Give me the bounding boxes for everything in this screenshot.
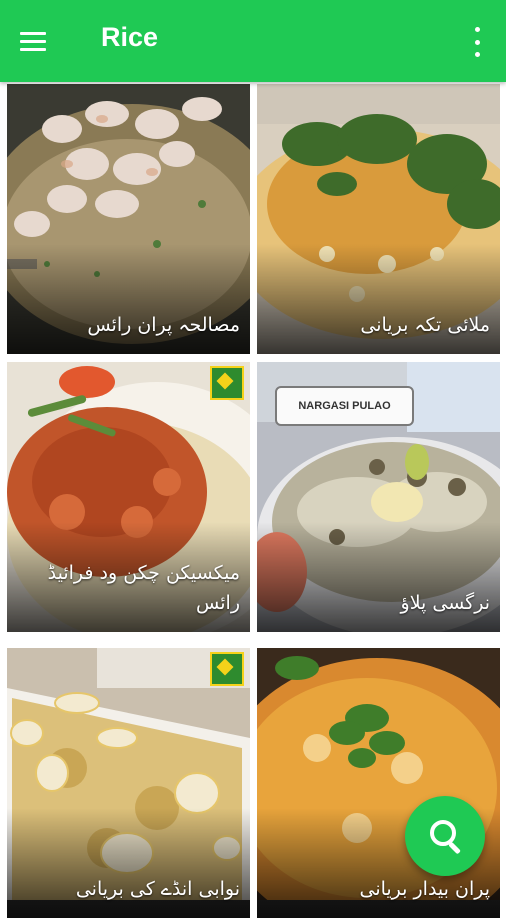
search-button[interactable] bbox=[405, 796, 485, 876]
recipe-card[interactable]: میکسیکن چکن ود فرائیڈ رائس bbox=[7, 362, 250, 632]
dish-sign: NARGASI PULAO bbox=[275, 386, 414, 426]
more-vert-icon[interactable] bbox=[470, 27, 484, 57]
channel-logo bbox=[210, 652, 244, 686]
recipe-card[interactable]: ملائی تکہ بریانی bbox=[257, 84, 500, 354]
recipe-card[interactable]: پران بیدار بریانی bbox=[257, 648, 500, 918]
channel-logo bbox=[210, 366, 244, 400]
recipe-card[interactable]: نوابی انڈے کی بریانی bbox=[7, 648, 250, 918]
recipe-title: نرگسی پلاؤ bbox=[400, 592, 490, 614]
recipe-grid: مصالحہ پران رائس ملائی تکہ بریانی میکسیک… bbox=[0, 82, 506, 918]
menu-icon[interactable] bbox=[18, 24, 58, 58]
app-bar: Rice bbox=[0, 0, 506, 82]
recipe-title: ملائی تکہ بریانی bbox=[360, 314, 490, 336]
recipe-card[interactable]: NARGASI PULAO نرگسی پلاؤ bbox=[257, 362, 500, 632]
recipe-title: میکسیکن چکن ود فرائیڈ رائس bbox=[47, 562, 240, 614]
recipe-title: مصالحہ پران رائس bbox=[87, 314, 240, 336]
page-title: Rice bbox=[101, 22, 159, 52]
recipe-card[interactable]: مصالحہ پران رائس bbox=[7, 84, 250, 354]
